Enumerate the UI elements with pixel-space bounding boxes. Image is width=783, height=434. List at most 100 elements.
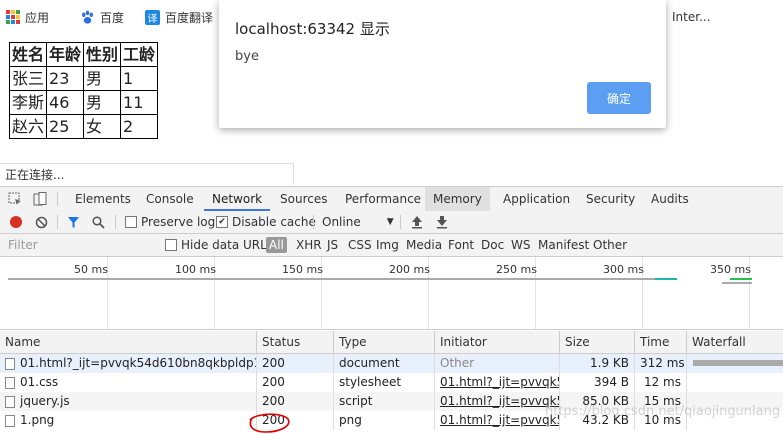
filter-type-manifest[interactable]: Manifest <box>538 234 589 256</box>
timeline-tick: 150 ms <box>282 263 323 276</box>
tab-sources[interactable]: Sources <box>272 187 335 211</box>
column-initiator[interactable]: Initiator <box>434 331 559 353</box>
network-overview[interactable]: 50 ms 100 ms 150 ms 200 ms 250 ms 300 ms… <box>0 257 783 330</box>
request-name: jquery.js <box>0 392 256 411</box>
chevron-down-icon: ▼ <box>386 217 394 227</box>
divider <box>57 192 58 206</box>
tab-console[interactable]: Console <box>138 187 202 211</box>
bookmark-inter[interactable]: Inter... <box>672 8 711 26</box>
filter-icon[interactable] <box>67 216 80 229</box>
request-name: 1.png <box>0 411 256 430</box>
bookmark-baidu-translate[interactable]: 译 百度翻译 <box>145 8 213 26</box>
preserve-log-checkbox[interactable]: Preserve log <box>125 211 215 233</box>
request-initiator[interactable]: 01.html?_ijt=pvvqk5... <box>434 392 559 411</box>
tab-memory[interactable]: Memory <box>425 187 490 211</box>
clear-icon[interactable] <box>35 216 48 229</box>
request-name-text: 1.png <box>20 413 55 427</box>
search-icon[interactable] <box>92 216 105 229</box>
request-status: 200 <box>256 392 333 411</box>
record-icon[interactable] <box>10 216 22 228</box>
request-time: 312 ms <box>634 354 686 373</box>
tab-performance[interactable]: Performance <box>337 187 429 211</box>
throttling-select[interactable]: Online ▼ <box>322 211 394 233</box>
inspect-element-icon[interactable] <box>8 192 22 206</box>
alert-ok-button[interactable]: 确定 <box>587 82 651 114</box>
bookmark-baidu[interactable]: 百度 <box>80 8 124 26</box>
import-har-icon[interactable] <box>411 215 423 229</box>
table-header-row: 姓名 年龄 性别 工龄 <box>8 42 159 67</box>
request-waterfall <box>686 373 783 392</box>
table-cell: 男 <box>83 90 122 115</box>
overview-bar <box>722 282 752 284</box>
request-initiator[interactable]: 01.html?_ijt=pvvqk5... <box>434 373 559 392</box>
overview-bar <box>8 278 658 280</box>
table-row: 李斯 46 男 11 <box>8 90 159 115</box>
timeline-tick: 300 ms <box>603 263 644 276</box>
request-type: png <box>333 411 434 430</box>
bookmark-label: Inter... <box>672 10 711 24</box>
header-cell: 年龄 <box>46 42 85 67</box>
request-row[interactable]: 01.css 200 stylesheet 01.html?_ijt=pvvqk… <box>0 373 783 392</box>
tab-security[interactable]: Security <box>578 187 643 211</box>
timeline-tick: 350 ms <box>710 263 751 276</box>
table-cell: 46 <box>46 90 85 115</box>
watermark: https://blog.csdn.net/qiaojingunlang <box>545 404 781 419</box>
table-cell: 25 <box>46 114 85 139</box>
disable-cache-checkbox[interactable]: ✔ Disable cache <box>216 211 316 233</box>
export-har-icon[interactable] <box>436 215 448 229</box>
filter-type-media[interactable]: Media <box>406 234 442 256</box>
checkbox-box <box>125 216 137 228</box>
filter-input[interactable]: Filter <box>0 234 158 256</box>
table-cell: 李斯 <box>8 90 48 115</box>
request-initiator[interactable]: 01.html?_ijt=pvvqk5... <box>434 411 559 430</box>
column-type[interactable]: Type <box>333 331 434 353</box>
alert-title: localhost:63342 显示 <box>235 20 390 38</box>
bookmark-label: 百度 <box>100 10 125 25</box>
overview-bar <box>655 278 677 280</box>
table-cell: 1 <box>120 66 159 91</box>
baidu-paw-icon <box>82 10 93 24</box>
column-size[interactable]: Size <box>559 331 634 353</box>
column-time[interactable]: Time <box>634 331 686 353</box>
tab-elements[interactable]: Elements <box>67 187 139 211</box>
requests-table-header: Name Status Type Initiator Size Time Wat… <box>0 331 783 354</box>
device-toolbar-icon[interactable] <box>33 192 47 206</box>
waterfall-bar <box>693 360 783 366</box>
employee-table: 姓名 年龄 性别 工龄 张三 23 男 1 李斯 46 男 11 赵六 25 女… <box>8 42 159 139</box>
column-name[interactable]: Name <box>0 331 256 353</box>
request-status: 200 <box>256 354 333 373</box>
filter-type-all[interactable]: All <box>266 237 287 253</box>
table-cell: 张三 <box>8 66 48 91</box>
filter-type-img[interactable]: Img <box>376 234 399 256</box>
filter-type-other[interactable]: Other <box>593 234 627 256</box>
alert-dialog: localhost:63342 显示 bye 确定 <box>219 0 666 128</box>
checkbox-label: Preserve log <box>141 215 216 229</box>
filter-type-ws[interactable]: WS <box>511 234 530 256</box>
filter-type-font[interactable]: Font <box>448 234 474 256</box>
column-status[interactable]: Status <box>256 331 333 353</box>
request-row[interactable]: 01.html?_ijt=pvvqk54d610bn8qkbpldp15... … <box>0 354 783 373</box>
divider <box>57 215 58 229</box>
request-name-text: 01.css <box>20 375 59 389</box>
request-initiator: Other <box>434 354 559 373</box>
tab-application[interactable]: Application <box>495 187 578 211</box>
checkbox-box <box>165 239 177 251</box>
hide-data-urls-checkbox[interactable]: Hide data URLs <box>165 234 273 256</box>
column-waterfall[interactable]: Waterfall <box>686 331 783 353</box>
request-time: 12 ms <box>634 373 686 392</box>
file-icon <box>5 376 15 389</box>
filter-type-css[interactable]: CSS <box>348 234 372 256</box>
filter-type-xhr[interactable]: XHR <box>296 234 322 256</box>
loading-status-bar: 正在连接... <box>0 163 294 185</box>
bookmark-apps[interactable]: 应用 <box>6 8 49 26</box>
request-name: 01.css <box>0 373 256 392</box>
tab-audits[interactable]: Audits <box>643 187 697 211</box>
timeline-tick: 50 ms <box>74 263 108 276</box>
filter-type-js[interactable]: JS <box>327 234 338 256</box>
divider <box>313 215 314 229</box>
file-icon <box>5 395 15 408</box>
translate-icon: 译 <box>145 9 160 25</box>
filter-type-doc[interactable]: Doc <box>481 234 504 256</box>
bookmark-label: 百度翻译 <box>165 10 214 25</box>
tab-network[interactable]: Network <box>204 187 271 211</box>
